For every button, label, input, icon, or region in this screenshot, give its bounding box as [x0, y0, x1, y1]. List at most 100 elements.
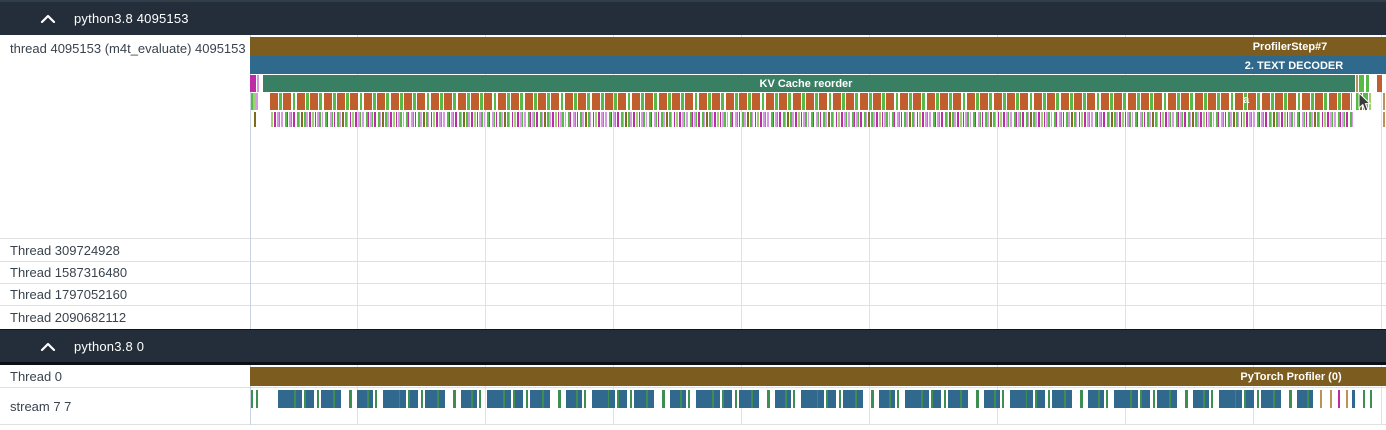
- trace-event-segment[interactable]: [479, 390, 481, 408]
- trace-event-segment[interactable]: [339, 112, 341, 127]
- trace-event-segment[interactable]: [1338, 390, 1340, 408]
- trace-event-segment[interactable]: [291, 112, 292, 127]
- trace-event-segment[interactable]: [1275, 93, 1283, 110]
- trace-event-segment[interactable]: [372, 112, 373, 127]
- trace-event-segment[interactable]: [1329, 93, 1337, 110]
- trace-event-segment[interactable]: [441, 112, 443, 127]
- trace-event-segment[interactable]: [1231, 93, 1234, 110]
- trace-event-segment[interactable]: [836, 112, 838, 127]
- trace-event-segment[interactable]: [744, 112, 746, 127]
- trace-event-segment[interactable]: [558, 390, 561, 408]
- trace-event-segment[interactable]: [625, 112, 627, 127]
- trace-event-segment[interactable]: [1172, 112, 1174, 127]
- trace-event-segment[interactable]: [350, 112, 352, 127]
- trace-event-segment[interactable]: [735, 93, 738, 110]
- trace-event-segment[interactable]: [250, 37, 1386, 56]
- trace-event-segment[interactable]: [1061, 93, 1069, 110]
- trace-event-segment[interactable]: [628, 93, 631, 110]
- trace-event-segment[interactable]: [922, 93, 925, 110]
- trace-event-segment[interactable]: [512, 112, 514, 127]
- trace-event-segment[interactable]: [1047, 93, 1055, 110]
- trace-event-segment[interactable]: [1071, 112, 1073, 127]
- trace-event-segment[interactable]: [1261, 390, 1273, 408]
- trace-event-segment[interactable]: [364, 93, 372, 110]
- trace-event-segment[interactable]: [501, 112, 503, 127]
- trace-event-segment[interactable]: [1190, 112, 1192, 127]
- trace-event-segment[interactable]: [517, 112, 519, 127]
- trace-event-segment[interactable]: [1061, 112, 1062, 127]
- trace-event-segment[interactable]: [322, 112, 324, 127]
- trace-event-segment[interactable]: [957, 112, 959, 127]
- trace-event-segment[interactable]: [980, 112, 981, 127]
- trace-event-segment[interactable]: [643, 112, 645, 127]
- trace-event-segment[interactable]: [1297, 390, 1307, 408]
- trace-event-segment[interactable]: [1281, 112, 1283, 127]
- trace-event-segment[interactable]: [1351, 93, 1352, 110]
- trace-event-segment[interactable]: [1370, 390, 1372, 408]
- trace-event-segment[interactable]: [929, 112, 931, 127]
- trace-event-segment[interactable]: [1233, 112, 1235, 127]
- trace-event-segment[interactable]: [891, 390, 895, 408]
- trace-event-segment[interactable]: [566, 390, 576, 408]
- trace-event-segment[interactable]: [1030, 93, 1033, 110]
- trace-event-segment[interactable]: [688, 390, 690, 408]
- trace-event-segment[interactable]: [375, 390, 377, 408]
- trace-event-segment[interactable]: [526, 390, 528, 408]
- trace-event-segment[interactable]: [390, 112, 392, 127]
- trace-event-segment[interactable]: [1034, 93, 1042, 110]
- trace-event-segment[interactable]: [996, 390, 1000, 408]
- trace-event-segment[interactable]: [882, 93, 885, 110]
- trace-event-segment[interactable]: [726, 93, 734, 110]
- trace-event-segment[interactable]: [682, 390, 686, 408]
- trace-event-segment[interactable]: [748, 93, 751, 110]
- trace-event-segment[interactable]: [854, 112, 855, 127]
- trace-event-segment[interactable]: [1190, 93, 1193, 110]
- trace-event-segment[interactable]: [444, 93, 452, 110]
- trace-event-segment[interactable]: [1088, 390, 1098, 408]
- trace-event-segment[interactable]: [380, 112, 382, 127]
- trace-event-segment[interactable]: [487, 390, 503, 408]
- trace-event-segment[interactable]: [1097, 93, 1100, 110]
- trace-event-segment[interactable]: [614, 93, 617, 110]
- trace-event-segment[interactable]: [914, 112, 916, 127]
- trace-event-segment[interactable]: [1265, 112, 1267, 127]
- trace-event-segment[interactable]: [1106, 390, 1108, 408]
- trace-event-segment[interactable]: [634, 390, 646, 408]
- trace-event-segment[interactable]: [1271, 112, 1273, 127]
- trace-event-segment[interactable]: [1200, 112, 1202, 127]
- trace-event-segment[interactable]: [522, 112, 524, 127]
- trace-event-segment[interactable]: [1084, 112, 1086, 127]
- trace-event-segment[interactable]: [1091, 112, 1093, 127]
- trace-event-segment[interactable]: [963, 112, 965, 127]
- trace-event-segment[interactable]: [724, 112, 726, 127]
- trace-event-segment[interactable]: [935, 112, 936, 127]
- trace-event-segment[interactable]: [1137, 93, 1140, 110]
- trace-event-segment[interactable]: [327, 112, 328, 127]
- trace-event-segment[interactable]: [1028, 112, 1030, 127]
- trace-event-segment[interactable]: [1142, 112, 1143, 127]
- trace-event-segment[interactable]: [739, 112, 741, 127]
- trace-event-segment[interactable]: [297, 93, 305, 110]
- trace-event-segment[interactable]: [737, 112, 738, 127]
- trace-event-segment[interactable]: [818, 390, 824, 408]
- trace-event-segment[interactable]: [927, 112, 929, 127]
- trace-event-segment[interactable]: [1114, 390, 1130, 408]
- trace-event-segment[interactable]: [829, 93, 832, 110]
- trace-event-segment[interactable]: [1330, 390, 1332, 408]
- trace-event-segment[interactable]: [1111, 112, 1113, 127]
- trace-event-segment[interactable]: [498, 93, 506, 110]
- trace-event-segment[interactable]: [662, 390, 665, 408]
- trace-event-segment[interactable]: [949, 93, 952, 110]
- trace-event-segment[interactable]: [787, 112, 789, 127]
- trace-event-segment[interactable]: [1063, 112, 1065, 127]
- trace-event-segment[interactable]: [374, 112, 376, 127]
- trace-event-segment[interactable]: [909, 93, 912, 110]
- trace-event-segment[interactable]: [1010, 112, 1012, 127]
- trace-event-segment[interactable]: [1238, 112, 1240, 127]
- trace-event-segment[interactable]: [369, 390, 373, 408]
- trace-event-segment[interactable]: [1346, 112, 1348, 127]
- trace-event-segment[interactable]: [561, 93, 564, 110]
- trace-event-segment[interactable]: [1210, 112, 1212, 127]
- trace-event-segment[interactable]: [1020, 93, 1028, 110]
- trace-event-segment[interactable]: [404, 93, 412, 110]
